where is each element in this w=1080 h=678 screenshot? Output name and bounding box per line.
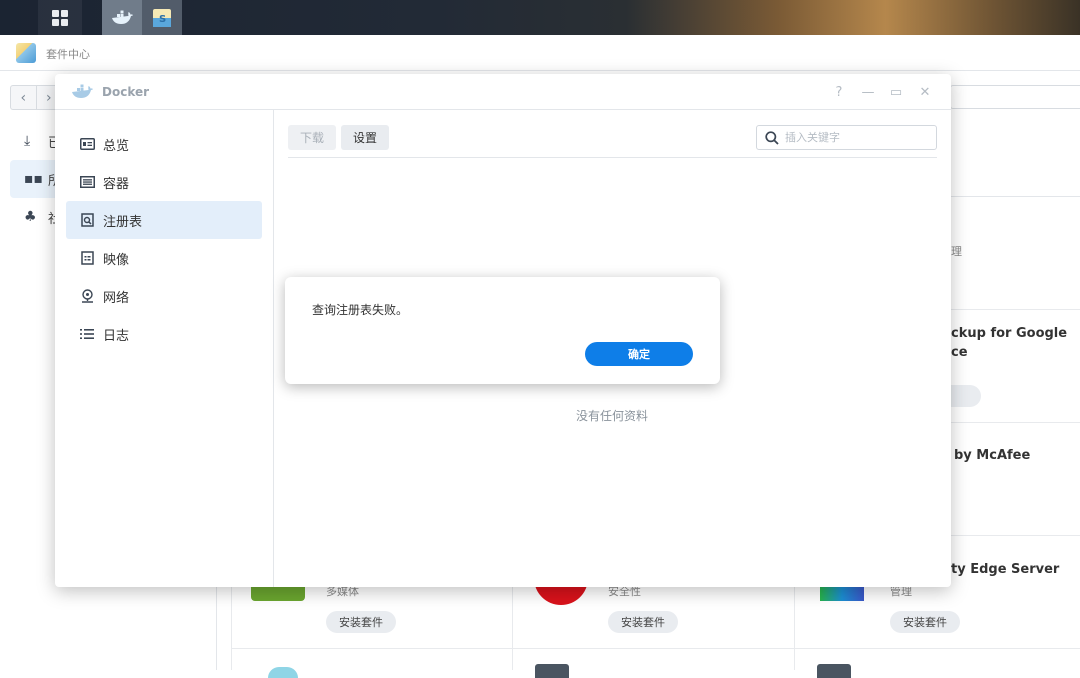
taskbar-package-center-button[interactable]: S bbox=[142, 0, 182, 35]
app-icon bbox=[535, 664, 569, 678]
sidebar-item-overview[interactable]: 总览 bbox=[66, 125, 262, 163]
dialog-message: 查询注册表失败。 bbox=[312, 303, 409, 317]
card-category: 理 bbox=[951, 245, 962, 258]
container-icon bbox=[79, 174, 95, 190]
download-button[interactable]: 下载 bbox=[288, 125, 337, 150]
sidebar-item-log[interactable]: 日志 bbox=[66, 315, 262, 353]
card-title: ce bbox=[951, 345, 968, 360]
community-icon: ♣ bbox=[24, 209, 37, 225]
card-title: ty Edge Server bbox=[951, 562, 1060, 577]
back-icon[interactable]: ‹ bbox=[11, 86, 37, 109]
sidebar-item-label: 容器 bbox=[103, 176, 130, 192]
log-icon bbox=[79, 326, 95, 342]
settings-button[interactable]: 设置 bbox=[341, 125, 390, 150]
sidebar-item-label: 总览 bbox=[103, 138, 130, 154]
search-icon bbox=[765, 130, 779, 145]
app-icon bbox=[817, 664, 851, 678]
card-title: by McAfee bbox=[954, 448, 1031, 463]
package-center-icon bbox=[16, 43, 36, 63]
package-search-input[interactable] bbox=[950, 85, 1080, 109]
sidebar-item-label: 注册表 bbox=[103, 214, 143, 230]
install-button[interactable] bbox=[951, 385, 981, 407]
registry-search[interactable] bbox=[756, 125, 937, 150]
network-icon bbox=[79, 288, 95, 304]
taskbar-docker-button[interactable] bbox=[102, 0, 142, 35]
taskbar: S bbox=[0, 0, 1080, 35]
toolbar-divider bbox=[288, 157, 937, 158]
error-dialog: 查询注册表失败。 确定 bbox=[285, 277, 720, 384]
sidebar-item-container[interactable]: 容器 bbox=[66, 163, 262, 201]
package-center-icon: S bbox=[153, 8, 171, 27]
search-input[interactable] bbox=[785, 131, 925, 144]
svg-text:S: S bbox=[159, 14, 166, 25]
grid-icon bbox=[52, 9, 68, 26]
install-button[interactable]: 安装套件 bbox=[890, 611, 960, 633]
docker-icon bbox=[112, 10, 133, 24]
docker-sidebar: 总览 容器 注册表 映像 网络 日志 bbox=[55, 110, 274, 587]
overview-icon bbox=[79, 136, 95, 152]
registry-icon bbox=[79, 212, 95, 228]
install-button[interactable]: 安装套件 bbox=[326, 611, 396, 633]
install-button[interactable]: 安装套件 bbox=[608, 611, 678, 633]
sidebar-item-label: 网络 bbox=[103, 290, 130, 306]
close-icon[interactable]: ✕ bbox=[915, 82, 935, 102]
help-icon[interactable]: ? bbox=[829, 82, 849, 102]
apps-icon: ▪▪ bbox=[24, 171, 43, 187]
docker-titlebar[interactable]: Docker ? — ▭ ✕ bbox=[55, 74, 951, 110]
empty-state-text: 没有任何资料 bbox=[576, 409, 649, 423]
sidebar-item-label: 日志 bbox=[103, 328, 130, 344]
docker-window-title: Docker bbox=[102, 85, 150, 99]
maximize-icon[interactable]: ▭ bbox=[886, 82, 906, 102]
download-icon: ⤓ bbox=[24, 133, 31, 149]
sidebar-item-registry[interactable]: 注册表 bbox=[66, 201, 262, 239]
main-menu-button[interactable] bbox=[38, 0, 82, 35]
package-center-title: 套件中心 bbox=[46, 48, 90, 61]
app-icon bbox=[268, 667, 298, 678]
sidebar-item-label: 映像 bbox=[103, 252, 130, 268]
sidebar-item-image[interactable]: 映像 bbox=[66, 239, 262, 277]
package-center-header: 套件中心 bbox=[0, 35, 1080, 71]
ok-button[interactable]: 确定 bbox=[585, 342, 693, 366]
image-icon bbox=[79, 250, 95, 266]
sidebar-item-network[interactable]: 网络 bbox=[66, 277, 262, 315]
docker-logo-icon bbox=[72, 84, 93, 98]
minimize-icon[interactable]: — bbox=[858, 82, 878, 102]
divider bbox=[231, 648, 1080, 649]
card-title: ckup for Google bbox=[951, 326, 1068, 341]
